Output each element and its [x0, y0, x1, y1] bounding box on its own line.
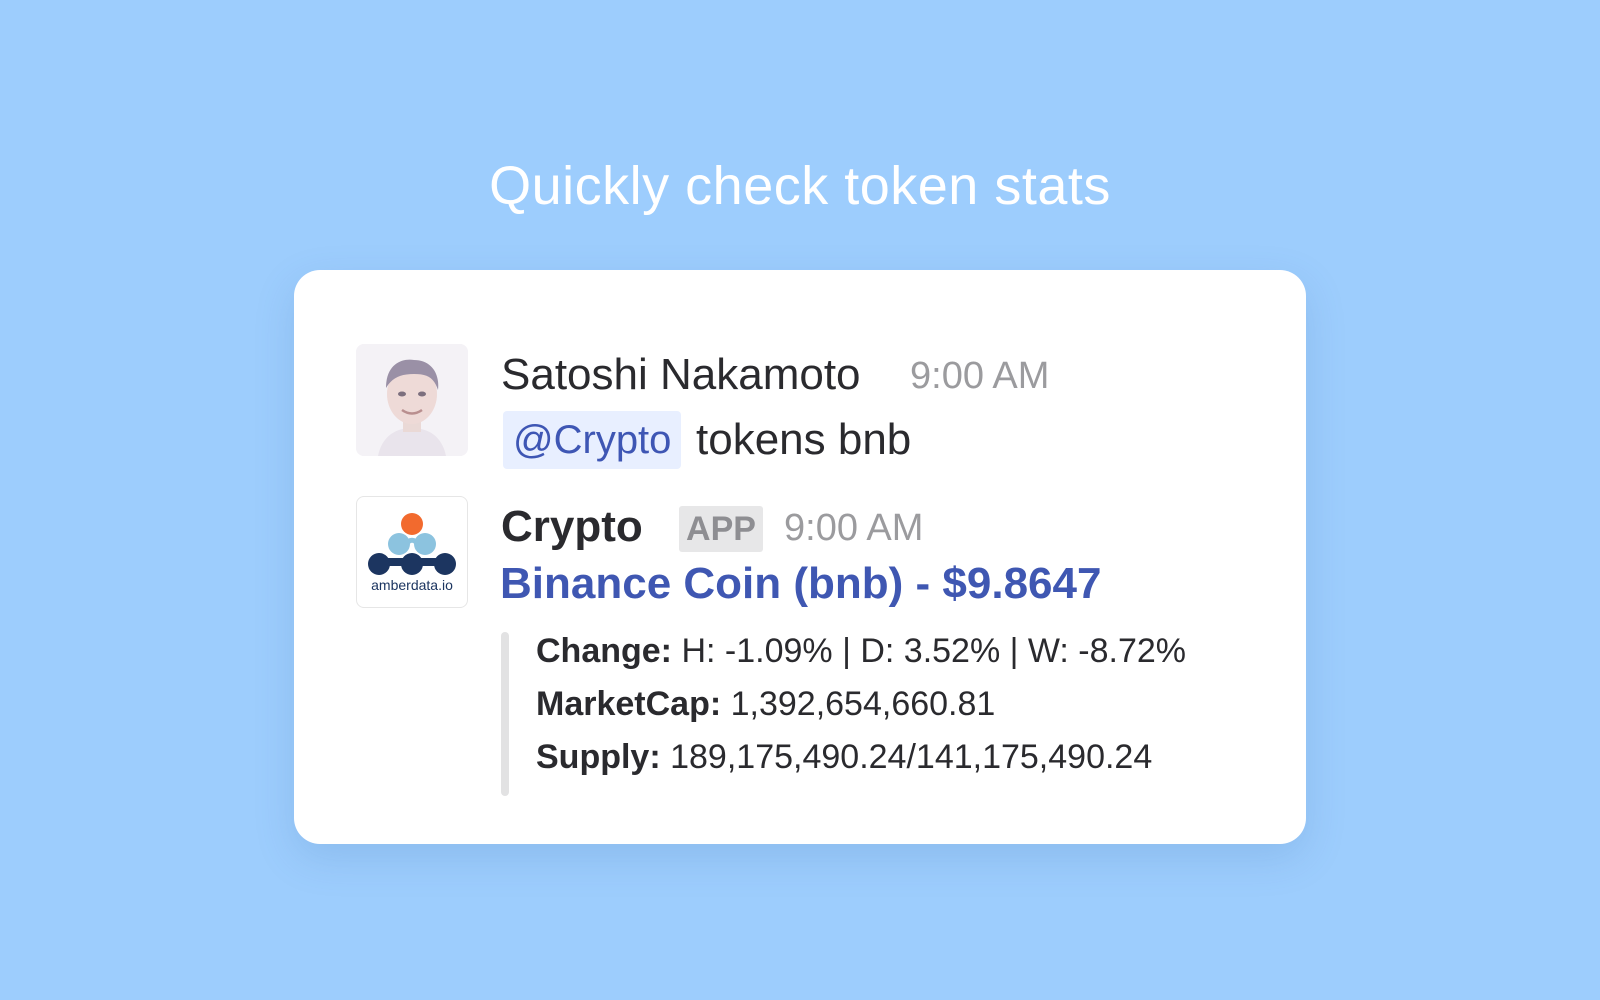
- stat-marketcap: MarketCap: 1,392,654,660.81: [536, 678, 1186, 731]
- user-message-time[interactable]: 9:00 AM: [910, 355, 1049, 398]
- stat-value: H: -1.09% | D: 3.52% | W: -8.72%: [672, 632, 1187, 670]
- stat-label: Change:: [536, 632, 672, 670]
- stat-value: 189,175,490.24/141,175,490.24: [660, 738, 1153, 776]
- user-message-text: tokens bnb: [696, 415, 912, 464]
- headline: Quickly check token stats: [489, 156, 1111, 216]
- stat-label: Supply:: [536, 738, 661, 776]
- amberdata-logo-text: amberdata.io: [371, 577, 453, 593]
- stat-change: Change: H: -1.09% | D: 3.52% | W: -8.72%: [536, 625, 1186, 678]
- crypto-mention[interactable]: @Crypto: [503, 411, 682, 469]
- message-card: Satoshi Nakamoto 9:00 AM @Crypto tokens …: [294, 270, 1306, 844]
- app-badge: APP: [679, 506, 763, 552]
- bot-message-time[interactable]: 9:00 AM: [784, 507, 923, 550]
- stat-supply: Supply: 189,175,490.24/141,175,490.24: [536, 731, 1186, 784]
- stat-label: MarketCap:: [536, 685, 722, 723]
- attachment-bar: [501, 632, 509, 796]
- amberdata-logo-icon: amberdata.io: [368, 513, 456, 593]
- user-name[interactable]: Satoshi Nakamoto: [501, 350, 861, 400]
- token-title-link[interactable]: Binance Coin (bnb) - $9.8647: [500, 559, 1101, 609]
- bot-name[interactable]: Crypto: [501, 502, 643, 552]
- bot-avatar[interactable]: amberdata.io: [356, 496, 468, 608]
- user-avatar-photo-icon: [356, 344, 468, 456]
- user-avatar[interactable]: [356, 344, 468, 456]
- token-stats: Change: H: -1.09% | D: 3.52% | W: -8.72%…: [536, 625, 1186, 784]
- stat-value: 1,392,654,660.81: [721, 685, 996, 723]
